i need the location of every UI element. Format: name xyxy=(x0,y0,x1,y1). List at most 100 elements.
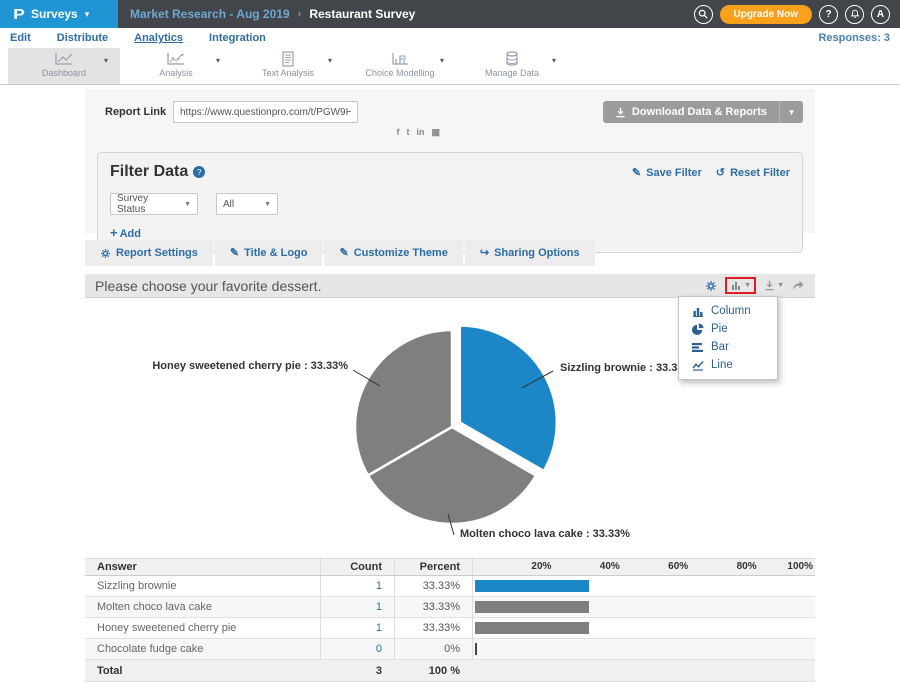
tab-customize-theme[interactable]: ✎ Customize Theme xyxy=(324,240,462,266)
chevron-down-icon[interactable]: ▾ xyxy=(216,56,220,65)
tab-title-logo[interactable]: ✎ Title & Logo xyxy=(215,240,323,266)
download-options-caret[interactable]: ▼ xyxy=(779,101,803,123)
responses-count[interactable]: Responses: 3 xyxy=(818,32,890,44)
linkedin-icon[interactable]: in xyxy=(416,127,424,138)
percent-cell: 33.33% xyxy=(394,618,472,638)
answer-cell: Sizzling brownie xyxy=(85,580,320,592)
filter-data-title: Filter Data xyxy=(110,163,188,181)
total-label: Total xyxy=(85,665,320,677)
bar-chart-horizontal-icon xyxy=(691,342,704,353)
bar-axis-header: 20% 40% 60% 80% 100% xyxy=(472,559,815,575)
chart-type-menu: Column Pie Bar Line xyxy=(678,296,778,380)
download-icon xyxy=(615,107,626,118)
avatar[interactable]: A xyxy=(871,5,890,24)
gear-icon xyxy=(705,280,717,292)
result-bar xyxy=(475,643,477,655)
chevron-down-icon[interactable]: ▾ xyxy=(104,56,108,65)
toolbar-item-label: Analysis xyxy=(120,68,232,78)
pencil-icon: ✎ xyxy=(339,240,348,266)
total-percent: 100 % xyxy=(394,660,472,681)
tab-sharing-options[interactable]: ↪ Sharing Options xyxy=(465,240,595,266)
nav-item-analytics[interactable]: Analytics xyxy=(134,32,183,44)
share-icons-row: f t in ▦ xyxy=(255,127,440,138)
table-row: Chocolate fudge cake 0 0% xyxy=(85,639,815,660)
nav-item-integration[interactable]: Integration xyxy=(209,32,266,44)
top-navbar: P Surveys ▾ Market Research - Aug 2019 ›… xyxy=(0,0,900,28)
toolbar-item-dashboard[interactable]: ▾ Dashboard xyxy=(8,48,120,84)
nav-item-distribute[interactable]: Distribute xyxy=(57,32,108,44)
total-count: 3 xyxy=(320,660,394,681)
count-cell[interactable]: 1 xyxy=(320,597,394,617)
percent-cell: 33.33% xyxy=(394,576,472,596)
surveys-menu[interactable]: P Surveys ▾ xyxy=(0,0,118,28)
module-nav: Edit Distribute Analytics Integration Re… xyxy=(0,28,900,48)
search-icon xyxy=(698,9,708,19)
question-header: Please choose your favorite dessert. ▼ ▼ xyxy=(85,274,815,298)
help-button[interactable]: ? xyxy=(819,5,838,24)
add-filter-link[interactable]: +Add xyxy=(110,225,141,240)
pie-label-honey-cherry: Honey sweetened cherry pie : 33.33% xyxy=(152,360,348,372)
download-reports-group: Download Data & Reports ▼ xyxy=(603,101,803,123)
answer-cell: Molten choco lava cake xyxy=(85,601,320,613)
plus-icon: + xyxy=(110,225,118,240)
toolbar-item-analysis[interactable]: ▾ Analysis xyxy=(120,48,232,84)
save-filter-link[interactable]: ✎ Save Filter xyxy=(632,166,702,179)
notifications-button[interactable] xyxy=(845,5,864,24)
tab-report-settings[interactable]: Report Settings xyxy=(85,240,213,266)
axis-tick: 20% xyxy=(531,561,551,572)
axis-tick: 100% xyxy=(787,561,813,572)
report-panel: Report Link Download Data & Reports ▼ f … xyxy=(85,89,815,233)
chart-download-button[interactable]: ▼ xyxy=(764,280,784,291)
chart-settings-button[interactable] xyxy=(705,280,717,292)
col-header-percent: Percent xyxy=(394,559,472,575)
facebook-icon[interactable]: f xyxy=(396,127,399,138)
table-total-row: Total 3 100 % xyxy=(85,660,815,681)
count-cell[interactable]: 1 xyxy=(320,618,394,638)
navbar-actions: Upgrade Now ? A xyxy=(694,0,900,28)
embed-icon[interactable]: ▦ xyxy=(431,127,440,138)
menu-item-column[interactable]: Column xyxy=(679,302,777,320)
count-cell[interactable]: 1 xyxy=(320,576,394,596)
answer-cell: Honey sweetened cherry pie xyxy=(85,622,320,634)
upgrade-now-button[interactable]: Upgrade Now xyxy=(720,5,812,24)
chevron-down-icon: ▼ xyxy=(250,201,271,208)
search-button[interactable] xyxy=(694,5,713,24)
pie-label-molten-choco: Molten choco lava cake : 33.33% xyxy=(460,528,630,540)
chart-type-button[interactable]: ▼ xyxy=(730,280,751,291)
chevron-down-icon[interactable]: ▾ xyxy=(440,56,444,65)
breadcrumb: Market Research - Aug 2019 › Restaurant … xyxy=(118,0,415,28)
download-label: Download Data & Reports xyxy=(632,106,767,118)
col-header-answer: Answer xyxy=(85,561,320,573)
toolbar-item-manage-data[interactable]: ▾ Manage Data xyxy=(456,48,568,84)
reset-filter-link[interactable]: ↺ Reset Filter xyxy=(716,166,790,179)
menu-item-pie[interactable]: Pie xyxy=(679,320,777,338)
product-label: Surveys xyxy=(31,7,78,21)
filter-type-select[interactable]: Survey Status ▼ xyxy=(110,193,198,215)
chart-share-button[interactable] xyxy=(792,280,805,291)
toolbar-item-text-analysis[interactable]: ▾ Text Analysis xyxy=(232,48,344,84)
table-row: Honey sweetened cherry pie 1 33.33% xyxy=(85,618,815,639)
chevron-down-icon[interactable]: ▾ xyxy=(552,56,556,65)
menu-item-line[interactable]: Line xyxy=(679,356,777,374)
percent-cell: 0% xyxy=(394,639,472,659)
breadcrumb-parent[interactable]: Market Research - Aug 2019 xyxy=(130,7,290,21)
annotation-highlight: ▼ xyxy=(725,277,756,294)
chevron-down-icon: ▼ xyxy=(777,282,784,289)
breadcrumb-current: Restaurant Survey xyxy=(309,7,415,21)
filter-value-select[interactable]: All ▼ xyxy=(216,193,278,215)
question-chart-card: Please choose your favorite dessert. ▼ ▼ xyxy=(85,274,815,558)
report-link-input[interactable] xyxy=(173,101,358,123)
chevron-down-icon[interactable]: ▾ xyxy=(328,56,332,65)
download-data-reports-button[interactable]: Download Data & Reports xyxy=(603,101,779,123)
question-title: Please choose your favorite dessert. xyxy=(95,278,321,294)
count-cell[interactable]: 0 xyxy=(320,639,394,659)
filter-help-icon[interactable]: ? xyxy=(193,166,205,178)
chevron-down-icon: ▾ xyxy=(85,9,90,20)
percent-cell: 33.33% xyxy=(394,597,472,617)
pencil-icon: ✎ xyxy=(632,167,641,179)
toolbar-item-choice-modelling[interactable]: ▾ Choice Modelling xyxy=(344,48,456,84)
nav-item-edit[interactable]: Edit xyxy=(10,32,31,44)
menu-item-bar[interactable]: Bar xyxy=(679,338,777,356)
twitter-icon[interactable]: t xyxy=(406,127,409,138)
reset-icon: ↺ xyxy=(716,167,725,179)
